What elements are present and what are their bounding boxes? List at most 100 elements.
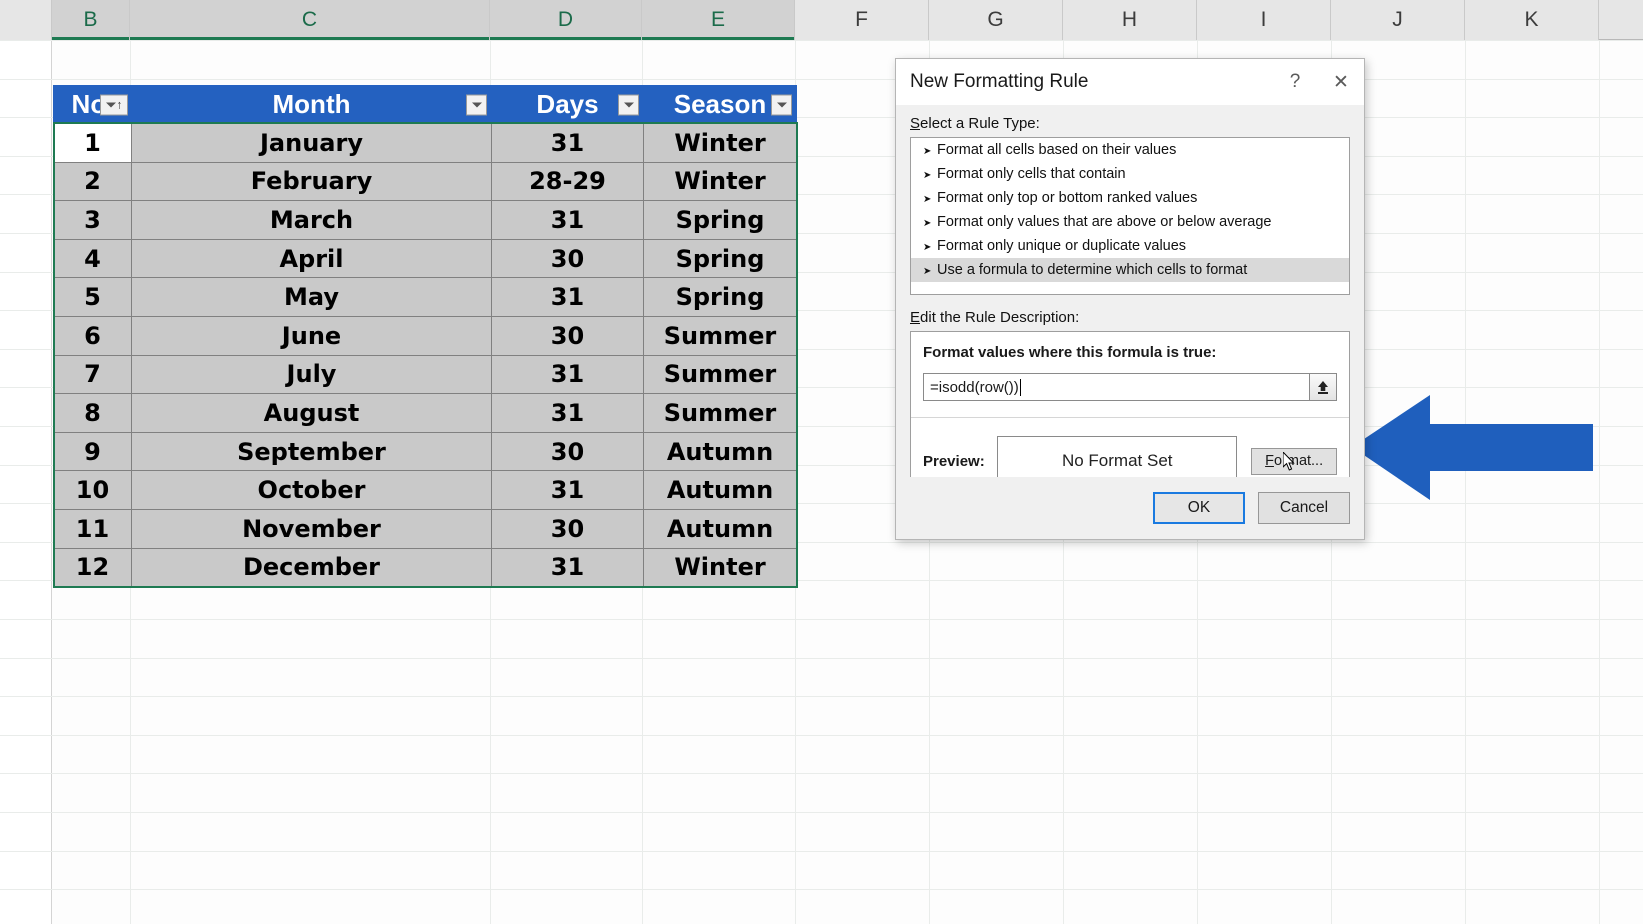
table-cell[interactable]: July [131,354,492,395]
dialog-titlebar[interactable]: New Formatting Rule ? ✕ [896,59,1364,105]
table-cell[interactable]: Autumn [643,431,797,472]
table-cell[interactable]: 31 [491,393,644,433]
table-cell[interactable]: 7 [53,354,132,395]
table-cell[interactable]: 31 [491,200,644,240]
range-picker-icon[interactable] [1309,373,1337,401]
rule-type-item[interactable]: ➤ Format only cells that contain [911,162,1349,186]
table-cell[interactable]: Spring [643,277,797,317]
table-cell[interactable]: April [131,238,492,279]
formula-input[interactable]: =isodd(row()) [923,373,1309,401]
table-cell[interactable]: November [131,508,492,549]
table-row[interactable]: 1 January 31 Winter [53,123,797,163]
column-header-i[interactable]: I [1197,0,1331,40]
table-cell[interactable]: Autumn [643,470,797,510]
table-cell[interactable]: Summer [643,393,797,433]
table-cell[interactable]: 2 [53,161,132,202]
column-header-h[interactable]: H [1063,0,1197,40]
rule-type-item[interactable]: ➤ Use a formula to determine which cells … [911,258,1349,282]
column-header-row[interactable]: BCDEFGHIJK [0,0,1643,40]
column-header-j[interactable]: J [1331,0,1465,40]
column-header-g[interactable]: G [929,0,1063,40]
help-icon[interactable]: ? [1272,60,1318,104]
column-header-d[interactable]: D [490,0,642,40]
table-row[interactable]: 6 June 30 Summer [53,315,797,356]
table-cell[interactable]: 31 [491,470,644,510]
table-row[interactable]: 10 October 31 Autumn [53,470,797,510]
table-cell[interactable]: 30 [491,508,644,549]
filter-dropdown-icon-month[interactable] [466,94,487,115]
table-row[interactable]: 8 August 31 Summer [53,393,797,433]
table-row[interactable]: 12 December 31 Winter [53,547,797,588]
table-row[interactable]: 3 March 31 Spring [53,200,797,240]
table-header-no[interactable]: No. ↑ [53,85,132,124]
table-cell[interactable]: Spring [643,200,797,240]
table-cell[interactable]: 6 [53,315,132,356]
spreadsheet-grid[interactable]: BCDEFGHIJK No. ↑ Month Days Season 1 Jan… [0,0,1643,924]
table-row[interactable]: 9 September 30 Autumn [53,431,797,472]
table-cell[interactable]: August [131,393,492,433]
table-cell[interactable]: 30 [491,431,644,472]
table-row[interactable]: 11 November 30 Autumn [53,508,797,549]
column-header-e[interactable]: E [642,0,795,40]
table-cell[interactable]: 1 [53,123,132,163]
table-cell[interactable]: 9 [53,431,132,472]
format-button[interactable]: Format... [1251,447,1337,475]
column-header-b[interactable]: B [52,0,130,40]
rule-type-list[interactable]: ➤ Format all cells based on their values ➤… [910,137,1350,295]
table-cell[interactable]: 8 [53,393,132,433]
table-cell[interactable]: 4 [53,238,132,279]
table-cell[interactable]: 28-29 [491,161,644,202]
table-cell[interactable]: February [131,161,492,202]
sort-filter-icon[interactable]: ↑ [100,94,128,115]
table-cell[interactable]: 31 [491,277,644,317]
table-cell[interactable]: September [131,431,492,472]
table-cell[interactable]: Spring [643,238,797,279]
table-cell[interactable]: 30 [491,315,644,356]
table-row[interactable]: 5 May 31 Spring [53,277,797,317]
new-formatting-rule-dialog[interactable]: New Formatting Rule ? ✕ Select a Rule Ty… [895,58,1365,540]
rule-type-item[interactable]: ➤ Format only top or bottom ranked values [911,186,1349,210]
table-cell[interactable]: June [131,315,492,356]
filter-dropdown-icon-season[interactable] [771,94,792,115]
table-header-month[interactable]: Month [131,85,492,124]
table-cell[interactable]: 31 [491,354,644,395]
select-all-corner[interactable] [0,0,52,40]
table-cell[interactable]: 31 [491,547,644,588]
table-cell[interactable]: 12 [53,547,132,588]
table-cell[interactable]: March [131,200,492,240]
cancel-button[interactable]: Cancel [1258,492,1350,524]
rule-type-item[interactable]: ➤ Format only values that are above or be… [911,210,1349,234]
table-cell[interactable]: Summer [643,315,797,356]
table-cell[interactable]: 30 [491,238,644,279]
rule-type-item[interactable]: ➤ Format all cells based on their values [911,138,1349,162]
close-icon[interactable]: ✕ [1318,60,1364,104]
rule-type-item[interactable]: ➤ Format only unique or duplicate values [911,234,1349,258]
table-cell[interactable]: 31 [491,123,644,163]
table-cell[interactable]: October [131,470,492,510]
table-cell[interactable]: January [131,123,492,163]
table-cell[interactable]: Winter [643,161,797,202]
table-body[interactable]: 1 January 31 Winter 2 February 28-29 Winter 3 Mar… [53,123,797,588]
table-cell[interactable]: December [131,547,492,588]
ok-button[interactable]: OK [1153,492,1245,524]
table-cell[interactable]: Autumn [643,508,797,549]
column-header-f[interactable]: F [795,0,929,40]
formula-input-value: =isodd(row()) [930,378,1019,396]
table-row[interactable]: 7 July 31 Summer [53,354,797,395]
months-data-table[interactable]: No. ↑ Month Days Season 1 January 31 Win… [53,85,797,588]
table-row[interactable]: 4 April 30 Spring [53,238,797,279]
column-header-k[interactable]: K [1465,0,1599,40]
table-cell[interactable]: 10 [53,470,132,510]
table-header-days[interactable]: Days [491,85,644,124]
table-cell[interactable]: Summer [643,354,797,395]
table-cell[interactable]: Winter [643,123,797,163]
table-cell[interactable]: 5 [53,277,132,317]
table-row[interactable]: 2 February 28-29 Winter [53,161,797,202]
table-cell[interactable]: 3 [53,200,132,240]
table-header-season[interactable]: Season [643,85,797,124]
table-cell[interactable]: Winter [643,547,797,588]
column-header-c[interactable]: C [130,0,490,40]
table-cell[interactable]: May [131,277,492,317]
table-cell[interactable]: 11 [53,508,132,549]
filter-dropdown-icon-days[interactable] [618,94,639,115]
